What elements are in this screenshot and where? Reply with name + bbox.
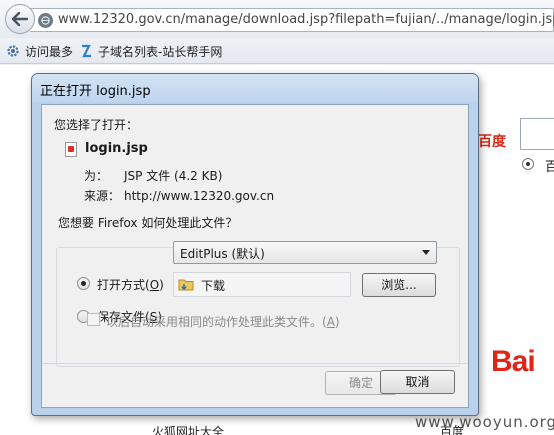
open-with-label[interactable]: 打开方式(O) — [97, 276, 164, 293]
download-dialog: 正在打开 login.jsp 您选择了打开： login.jsp 为： JSP 文… — [31, 73, 479, 416]
opened-label: 您选择了打开： — [54, 118, 139, 132]
baidu-radio-label: 百 — [545, 160, 554, 175]
file-type-value: JSP 文件 (4.2 KB) — [124, 169, 223, 183]
file-name: login.jsp — [85, 141, 148, 156]
baidu-logo: Bai — [491, 345, 536, 378]
dialog-title: 正在打开 login.jsp — [40, 84, 151, 99]
bookmark-most-visited[interactable]: 访问最多 — [6, 43, 73, 59]
globe-icon — [38, 13, 53, 28]
action-groupbox — [56, 247, 460, 367]
dialog-titlebar[interactable]: 正在打开 login.jsp — [32, 74, 478, 102]
folder-icon — [178, 279, 194, 291]
baidu-search-label: 百度 — [478, 134, 506, 150]
url-text[interactable]: www.12320.gov.cn/manage/download.jsp?fil… — [58, 12, 554, 27]
auto-action-checkbox[interactable] — [87, 313, 100, 326]
download-folder-field: 下载 — [173, 272, 351, 297]
back-arrow-icon — [12, 12, 28, 26]
bookmark-label: 子域名列表-站长帮手网 — [98, 44, 223, 59]
dialog-body: 您选择了打开： login.jsp 为： JSP 文件 (4.2 KB) 来源： h… — [41, 104, 469, 408]
site-logo-icon — [82, 44, 91, 58]
app-select[interactable]: EditPlus (默认) — [173, 241, 437, 264]
divider — [42, 363, 468, 364]
open-with-radio[interactable] — [77, 277, 90, 290]
file-type-key: 为： — [84, 169, 109, 183]
auto-action-label[interactable]: 以后自动采用相同的动作处理此类文件。(A) — [106, 313, 340, 330]
action-question: 您想要 Firefox 如何处理此文件？ — [54, 214, 242, 231]
file-source-value: http://www.12320.gov.cn — [124, 189, 275, 203]
chevron-down-icon — [422, 250, 430, 255]
bookmarks-bar: 访问最多 子域名列表-站长帮手网 — [0, 38, 554, 64]
browser-toolbar: www.12320.gov.cn/manage/download.jsp?fil… — [0, 0, 554, 38]
bookmark-label: 访问最多 — [25, 44, 74, 59]
download-folder-label: 下载 — [201, 279, 226, 293]
bookmark-subdomain-list[interactable]: 子域名列表-站长帮手网 — [79, 43, 222, 59]
back-button[interactable] — [5, 4, 35, 34]
app-select-value: EditPlus (默认) — [180, 247, 265, 261]
baidu-radio[interactable] — [522, 158, 534, 170]
file-icon — [65, 142, 77, 157]
file-type-row: 为： JSP 文件 (4.2 KB) — [84, 167, 222, 184]
baidu-search-input[interactable] — [520, 118, 554, 150]
gear-icon — [7, 45, 19, 57]
file-source-key: 来源： — [84, 189, 121, 203]
page-link-text[interactable]: 火狐网址大全 — [152, 423, 224, 435]
url-bar[interactable]: www.12320.gov.cn/manage/download.jsp?fil… — [30, 8, 554, 32]
browse-button[interactable]: 浏览... — [362, 273, 436, 297]
cancel-button[interactable]: 取消 — [380, 370, 455, 394]
file-source-row: 来源： http://www.12320.gov.cn — [84, 187, 274, 204]
